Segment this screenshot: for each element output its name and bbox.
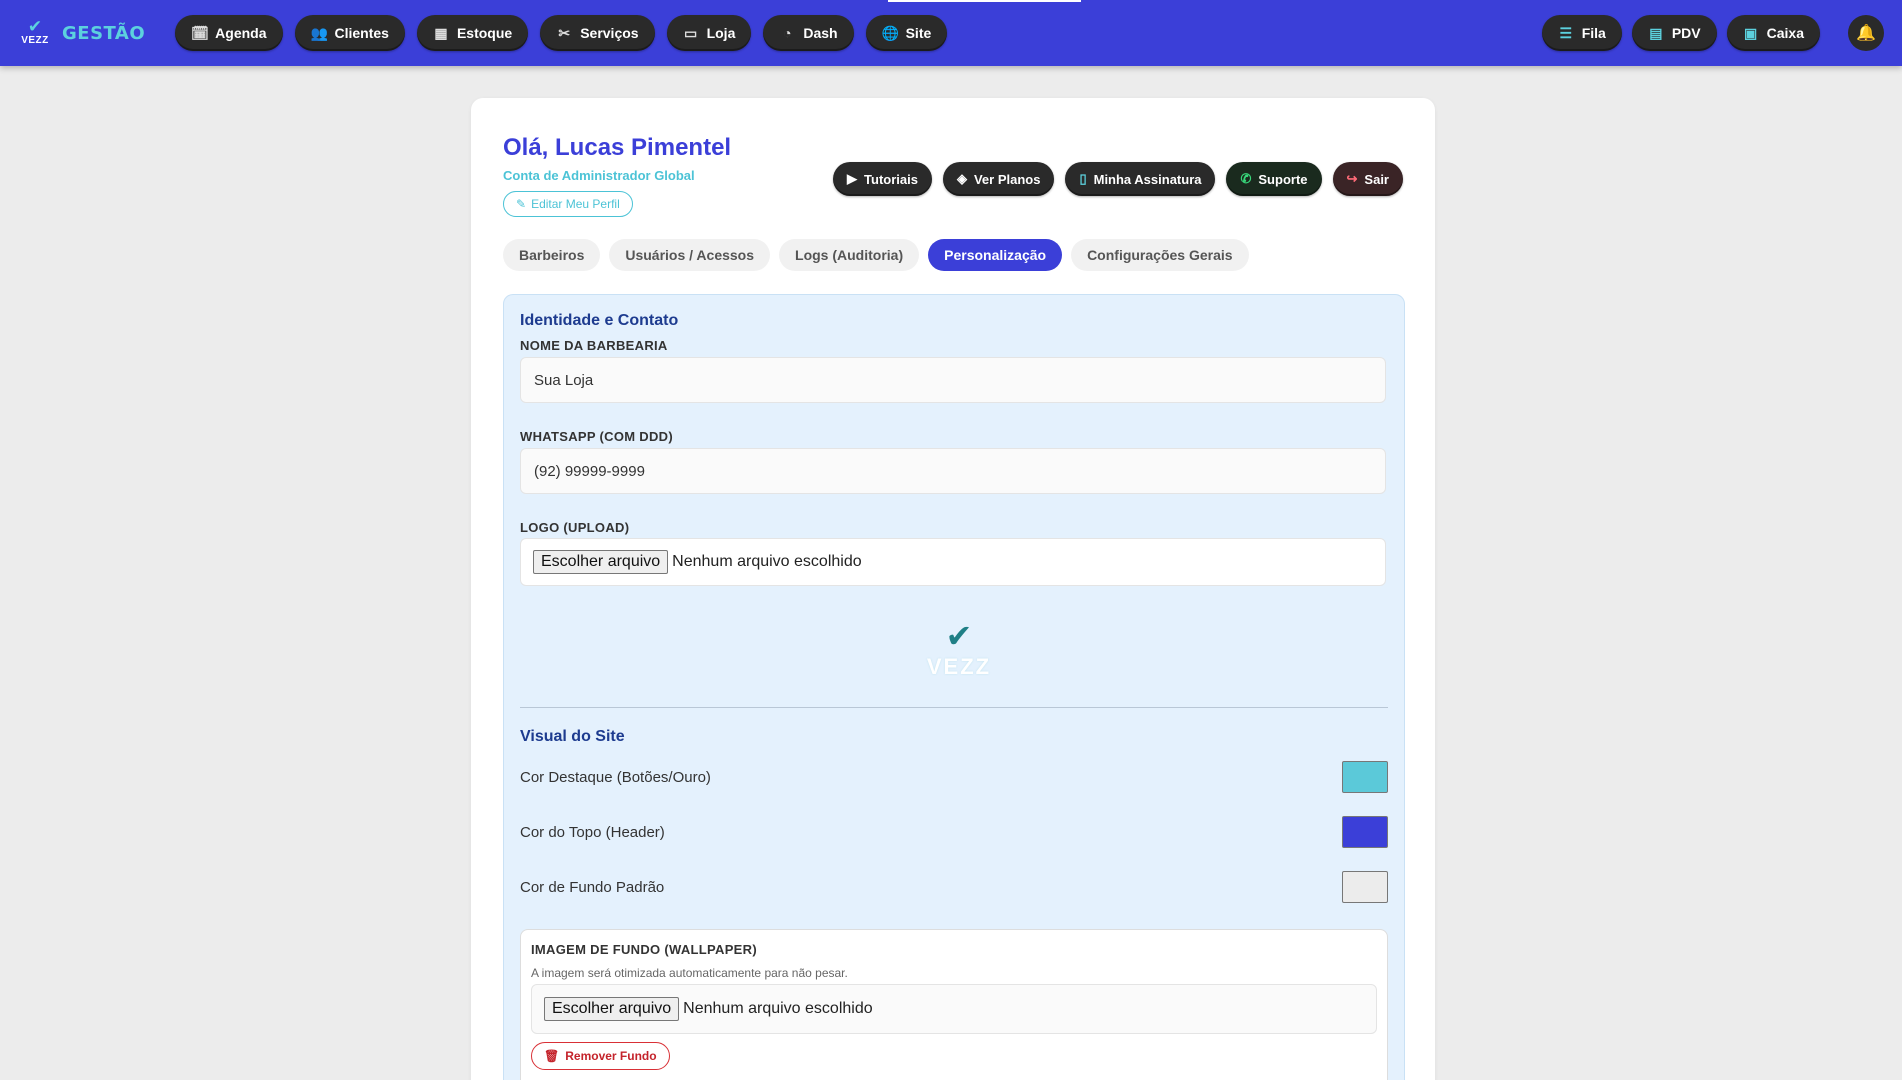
ver-planos-button[interactable]: ◈ Ver Planos <box>942 162 1055 196</box>
settings-tabs: Barbeiros Usuários / Acessos Logs (Audit… <box>503 239 1249 271</box>
nav-pdv-button[interactable]: ▤ PDV <box>1631 15 1717 51</box>
color-destaque-label: Cor Destaque (Botões/Ouro) <box>520 768 711 786</box>
logo-preview-word: VEZZ <box>926 654 992 679</box>
nav-servicos-button[interactable]: ✂ Serviços <box>540 15 655 51</box>
logo-file-status: Nenhum arquivo escolhido <box>672 553 862 570</box>
nav-fila-button[interactable]: ☰ Fila <box>1541 15 1622 51</box>
minha-assinatura-button[interactable]: ▯ Minha Assinatura <box>1065 162 1216 196</box>
nav-estoque-button[interactable]: ▦ Estoque <box>416 15 529 51</box>
color-destaque-picker[interactable] <box>1342 761 1388 793</box>
users-icon: 👥 <box>310 24 328 41</box>
account-actions: ▶ Tutoriais ◈ Ver Planos ▯ Minha Assinatura… <box>833 162 1403 196</box>
logo-file-input[interactable]: Escolher arquivo Nenhum arquivo escolhid… <box>520 538 1386 586</box>
logout-icon: ↪ <box>1346 171 1358 186</box>
greeting-title: Olá, Lucas Pimentel <box>503 134 732 161</box>
color-fundo-picker[interactable] <box>1342 871 1388 903</box>
brand-name: GESTÃO <box>62 22 146 44</box>
tab-logs-auditoria[interactable]: Logs (Auditoria) <box>779 239 920 271</box>
color-row-fundo: Cor de Fundo Padrão <box>520 871 1388 903</box>
nav-dash-button[interactable]: ◔ Dash <box>763 15 854 51</box>
tab-barbeiros[interactable]: Barbeiros <box>503 239 601 271</box>
remove-background-button[interactable]: 🗑 Remover Fundo <box>531 1042 670 1070</box>
tutoriais-button[interactable]: ▶ Tutoriais <box>833 162 932 196</box>
wallpaper-choose-file-button[interactable]: Escolher arquivo <box>544 997 680 1021</box>
vezz-logo-icon: ✔ VEZZ <box>21 17 49 46</box>
personalization-panel: Identidade e Contato NOME DA BARBEARIA W… <box>503 294 1405 1080</box>
logo-upload-label: LOGO (UPLOAD) <box>520 520 630 535</box>
nav-clientes-button[interactable]: 👥 Clientes <box>294 15 405 51</box>
tab-configuracoes-gerais[interactable]: Configurações Gerais <box>1071 239 1249 271</box>
top-navbar: ✔ VEZZ GESTÃO 🗓 Agenda 👥 Clientes ▦ Estoque… <box>0 0 1902 66</box>
profile-header: Olá, Lucas Pimentel Conta de Administrad… <box>503 134 731 217</box>
shop-name-input[interactable] <box>520 357 1386 403</box>
vezz-check-icon: ✔ <box>945 618 973 654</box>
notifications-button[interactable]: 🔔 <box>1848 15 1884 51</box>
nav-loja-button[interactable]: ▭ Loja <box>666 15 752 51</box>
color-row-destaque: Cor Destaque (Botões/Ouro) <box>520 761 1388 793</box>
whatsapp-input[interactable] <box>520 448 1386 494</box>
trash-icon: 🗑 <box>544 1049 560 1063</box>
tab-usuarios-acessos[interactable]: Usuários / Acessos <box>609 239 771 271</box>
settings-card: Olá, Lucas Pimentel Conta de Administrad… <box>471 98 1435 1080</box>
pie-chart-icon: ◔ <box>783 25 792 41</box>
main-nav: 🗓 Agenda 👥 Clientes ▦ Estoque ✂ Serviços ▭ Lo… <box>175 15 948 51</box>
money-icon: ▣ <box>1744 24 1758 41</box>
identity-section-title: Identidade e Contato <box>520 312 679 329</box>
document-icon: ▯ <box>1079 171 1087 186</box>
sair-button[interactable]: ↪ Sair <box>1332 162 1403 196</box>
wallpaper-file-input[interactable]: Escolher arquivo Nenhum arquivo escolhid… <box>531 984 1377 1034</box>
youtube-icon: ▶ <box>847 171 858 186</box>
whatsapp-label: WHATSAPP (COM DDD) <box>520 429 673 444</box>
color-topo-picker[interactable] <box>1342 816 1388 848</box>
shop-name-label: NOME DA BARBEARIA <box>520 338 668 353</box>
nav-right-group: ☰ Fila ▤ PDV ▣ Caixa 🔔 <box>1541 15 1884 51</box>
suporte-button[interactable]: ✆ Suporte <box>1226 162 1322 196</box>
color-row-topo: Cor do Topo (Header) <box>520 816 1388 848</box>
wallpaper-label: IMAGEM DE FUNDO (WALLPAPER) <box>531 942 757 957</box>
wallpaper-file-status: Nenhum arquivo escolhido <box>683 1000 873 1017</box>
bell-icon: 🔔 <box>1856 25 1876 42</box>
wallpaper-hint: A imagem será otimizada automaticamente … <box>531 966 848 980</box>
nav-site-button[interactable]: 🌐 Site <box>865 15 948 51</box>
store-icon: ▭ <box>683 24 698 41</box>
logo-choose-file-button[interactable]: Escolher arquivo <box>533 550 669 574</box>
list-icon: ☰ <box>1559 24 1572 41</box>
color-fundo-label: Cor de Fundo Padrão <box>520 878 665 896</box>
cash-register-icon: ▤ <box>1649 24 1663 41</box>
boxes-icon: ▦ <box>434 24 448 41</box>
edit-profile-button[interactable]: ✎ Editar Meu Perfil <box>503 191 633 217</box>
logo-preview-image: ✔ VEZZ <box>919 617 999 687</box>
visual-section-title: Visual do Site <box>520 728 625 745</box>
nav-caixa-button[interactable]: ▣ Caixa <box>1726 15 1820 51</box>
color-topo-label: Cor do Topo (Header) <box>520 823 665 841</box>
layers-icon: ◈ <box>956 171 967 186</box>
wallpaper-box: IMAGEM DE FUNDO (WALLPAPER) A imagem ser… <box>520 929 1388 1080</box>
top-highlight-bar <box>888 0 1081 2</box>
globe-icon: 🌐 <box>881 24 900 41</box>
pencil-icon: ✎ <box>516 197 527 211</box>
brand[interactable]: ✔ VEZZ GESTÃO <box>18 16 145 50</box>
calendar-icon: 🗓 <box>191 24 209 41</box>
scissors-icon: ✂ <box>558 24 571 41</box>
section-divider <box>520 707 1388 708</box>
account-role: Conta de Administrador Global <box>503 168 695 183</box>
whatsapp-icon: ✆ <box>1240 171 1252 186</box>
nav-agenda-button[interactable]: 🗓 Agenda <box>175 15 283 51</box>
tab-personalizacao[interactable]: Personalização <box>928 239 1063 271</box>
